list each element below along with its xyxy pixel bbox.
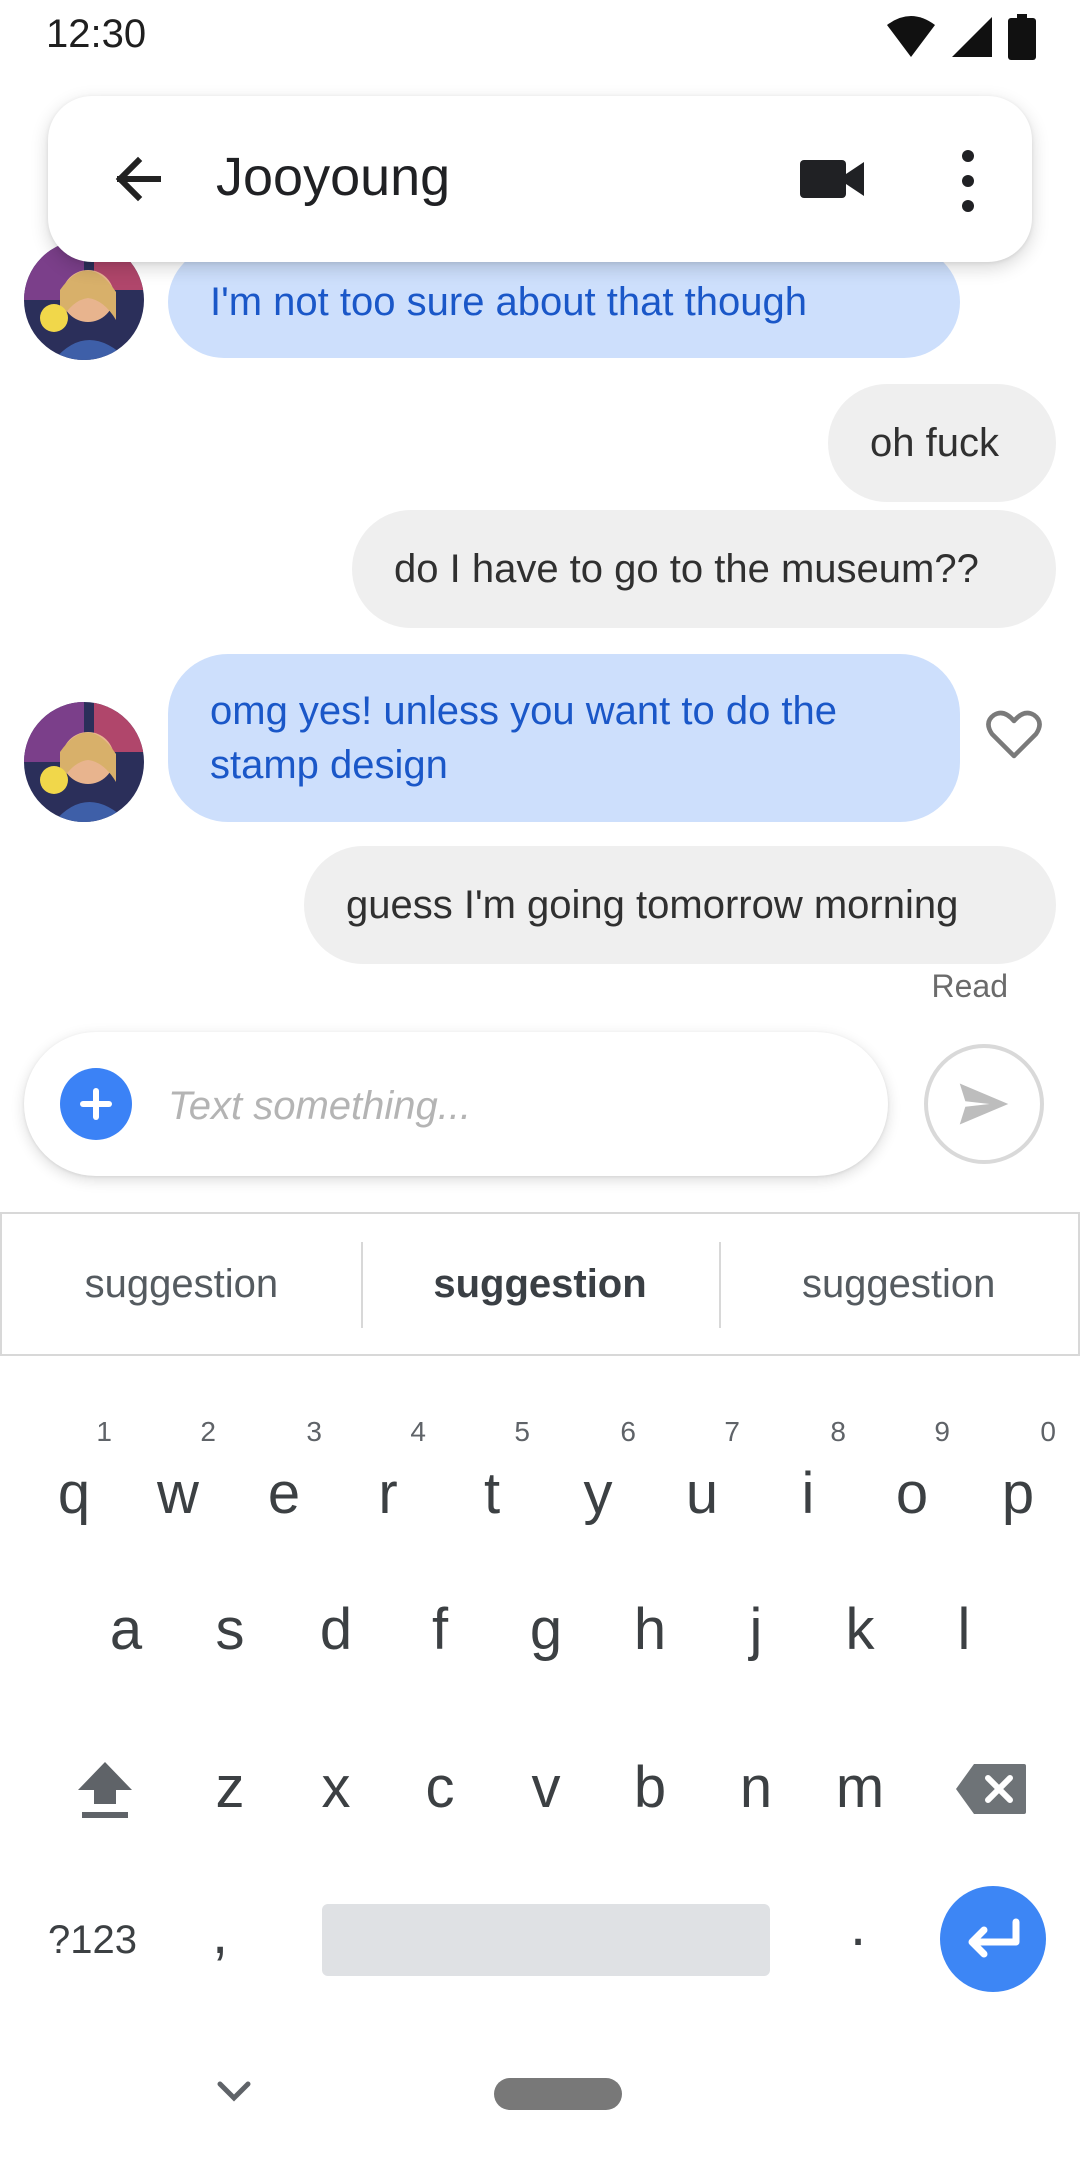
key-number-hint: 7: [724, 1416, 740, 1447]
key-y[interactable]: 6y: [546, 1416, 650, 1536]
key-u[interactable]: 7u: [650, 1416, 754, 1536]
message-text: guess I'm going tomorrow morning: [346, 883, 959, 927]
key-label: i: [801, 1461, 815, 1526]
message-text: I'm not too sure about that though: [210, 280, 807, 324]
key-o[interactable]: 9o: [860, 1416, 964, 1536]
key-label: r: [378, 1461, 398, 1526]
key-number-hint: 5: [514, 1416, 530, 1447]
key-label: t: [483, 1461, 501, 1526]
chevron-down-icon[interactable]: [214, 2076, 254, 2106]
key-b[interactable]: b: [598, 1754, 702, 1821]
key-label: w: [157, 1461, 199, 1526]
keyboard: 1q 2w 3e 4r 5t 6y 7u 8i 9o 0p a s d f g …: [0, 1356, 1080, 2160]
key-label: p: [1001, 1461, 1035, 1526]
status-bar: 12:30: [0, 0, 1080, 70]
key-l[interactable]: l: [912, 1596, 1016, 1663]
key-h[interactable]: h: [598, 1596, 702, 1663]
key-i[interactable]: 8i: [756, 1416, 860, 1536]
key-label: o: [895, 1461, 929, 1526]
shift-icon[interactable]: [72, 1756, 138, 1822]
arrow-back-icon[interactable]: [104, 144, 174, 214]
key-j[interactable]: j: [704, 1596, 808, 1663]
key-number-hint: 4: [410, 1416, 426, 1447]
key-k[interactable]: k: [808, 1596, 912, 1663]
key-d[interactable]: d: [284, 1596, 388, 1663]
message-bubble-incoming[interactable]: omg yes! unless you want to do the stamp…: [168, 654, 960, 822]
add-attachment-icon[interactable]: [60, 1068, 132, 1140]
key-q[interactable]: 1q: [22, 1416, 126, 1536]
key-t[interactable]: 5t: [440, 1416, 544, 1536]
key-number-hint: 2: [200, 1416, 216, 1447]
message-bubble-outgoing[interactable]: guess I'm going tomorrow morning: [304, 846, 1056, 964]
key-a[interactable]: a: [74, 1596, 178, 1663]
read-receipt: Read: [931, 968, 1009, 1004]
status-icons: [886, 14, 1036, 60]
period-key[interactable]: .: [850, 1892, 866, 1959]
message-bubble-incoming[interactable]: I'm not too sure about that though: [168, 246, 960, 358]
space-bar[interactable]: [322, 1904, 770, 1976]
enter-icon[interactable]: [940, 1886, 1046, 1992]
suggestion-left[interactable]: suggestion: [2, 1214, 361, 1354]
suggestion-center[interactable]: suggestion: [360, 1214, 720, 1354]
key-label: q: [57, 1461, 91, 1526]
contact-name[interactable]: Jooyoung: [216, 146, 450, 208]
message-text: oh fuck: [870, 421, 999, 465]
message-text: omg yes! unless you want to do the stamp…: [210, 689, 838, 787]
message-input[interactable]: [168, 1076, 858, 1136]
key-s[interactable]: s: [178, 1596, 282, 1663]
status-time: 12:30: [46, 12, 147, 56]
key-z[interactable]: z: [178, 1754, 282, 1821]
conversation-header: Jooyoung: [48, 96, 1032, 262]
compose-bar: [24, 1032, 888, 1176]
battery-icon: [1008, 14, 1036, 60]
message-bubble-outgoing[interactable]: oh fuck: [828, 384, 1056, 502]
key-g[interactable]: g: [494, 1596, 598, 1663]
symbols-key[interactable]: ?123: [48, 1918, 137, 1963]
contact-avatar[interactable]: [24, 702, 144, 822]
key-m[interactable]: m: [808, 1754, 912, 1821]
cell-signal-icon: [952, 17, 992, 57]
key-r[interactable]: 4r: [336, 1416, 440, 1536]
key-n[interactable]: n: [704, 1754, 808, 1821]
message-bubble-outgoing[interactable]: do I have to go to the museum??: [352, 510, 1056, 628]
key-c[interactable]: c: [388, 1754, 492, 1821]
key-label: y: [583, 1461, 613, 1526]
key-number-hint: 3: [306, 1416, 322, 1447]
key-number-hint: 9: [934, 1416, 950, 1447]
heart-outline-icon[interactable]: [986, 710, 1042, 760]
wifi-icon: [887, 16, 935, 57]
key-number-hint: 0: [1040, 1416, 1056, 1447]
key-label: e: [267, 1461, 301, 1526]
home-gesture-pill[interactable]: [494, 2078, 622, 2110]
suggestion-right[interactable]: suggestion: [719, 1214, 1078, 1354]
message-text: do I have to go to the museum??: [394, 547, 979, 591]
key-number-hint: 6: [620, 1416, 636, 1447]
key-f[interactable]: f: [388, 1596, 492, 1663]
key-v[interactable]: v: [494, 1754, 598, 1821]
key-e[interactable]: 3e: [232, 1416, 336, 1536]
key-number-hint: 8: [830, 1416, 846, 1447]
comma-key[interactable]: ,: [212, 1900, 228, 1967]
send-icon[interactable]: [924, 1044, 1044, 1164]
more-vert-icon[interactable]: [948, 146, 988, 216]
key-p[interactable]: 0p: [966, 1416, 1070, 1536]
suggestion-strip: suggestion suggestion suggestion: [0, 1212, 1080, 1356]
video-camera-icon[interactable]: [798, 154, 868, 204]
key-label: u: [685, 1461, 719, 1526]
key-w[interactable]: 2w: [126, 1416, 230, 1536]
backspace-icon[interactable]: [954, 1762, 1028, 1816]
key-number-hint: 1: [96, 1416, 112, 1447]
key-x[interactable]: x: [284, 1754, 388, 1821]
